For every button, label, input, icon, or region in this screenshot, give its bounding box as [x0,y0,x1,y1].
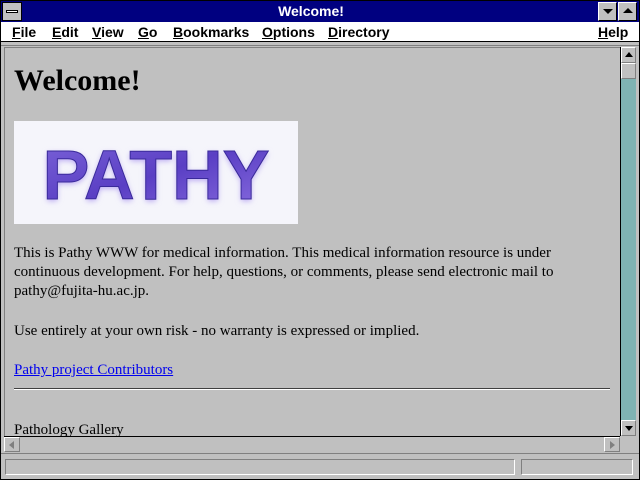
window-title: Welcome! [278,3,344,19]
menu-directory[interactable]: Directory [328,23,389,41]
progress-indicator [521,459,633,475]
menu-go[interactable]: Go [138,23,157,41]
status-bar [1,453,639,479]
horizontal-scrollbar[interactable] [4,436,620,452]
menu-bar: File Edit View Go Bookmarks Options Dire… [1,22,639,42]
page-heading: Welcome! [14,64,141,97]
horizontal-rule [14,388,610,390]
document-view: Welcome! PATHY PATHY This is Pathy WWW f… [4,47,620,436]
menu-options[interactable]: Options [262,23,315,41]
svg-text:PATHY: PATHY [43,136,270,214]
vertical-scrollbar[interactable] [620,47,636,436]
minimize-icon[interactable] [598,2,617,21]
menu-help[interactable]: Help [598,23,628,41]
menu-edit[interactable]: Edit [52,23,78,41]
menu-bookmarks[interactable]: Bookmarks [173,23,249,41]
toolbar-separator [1,42,639,46]
intro-paragraph: This is Pathy WWW for medical informatio… [14,245,554,299]
pathology-gallery-text: Pathology Gallery [14,422,124,436]
scroll-down-icon[interactable] [621,420,636,436]
scroll-right-icon[interactable] [604,437,620,452]
scroll-left-icon[interactable] [4,437,20,452]
pathy-logo: PATHY PATHY [14,121,298,224]
scroll-up-icon[interactable] [621,47,636,63]
status-text [5,459,515,475]
contributors-link[interactable]: Pathy project Contributors [14,361,173,380]
menu-file[interactable]: File [12,23,36,41]
system-menu-icon[interactable] [2,2,22,21]
vertical-scroll-thumb[interactable] [621,63,636,79]
menu-view[interactable]: View [92,23,124,41]
disclaimer-paragraph: Use entirely at your own risk - no warra… [14,323,420,339]
maximize-icon[interactable] [618,2,637,21]
